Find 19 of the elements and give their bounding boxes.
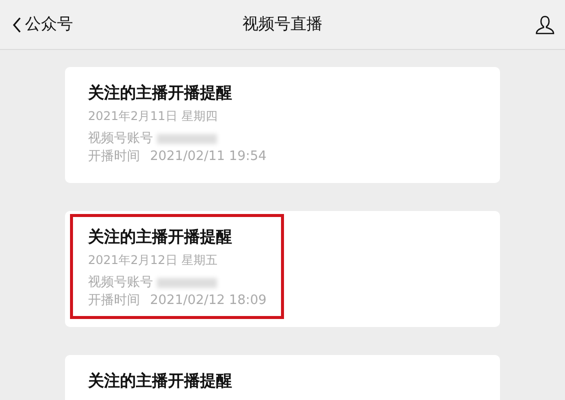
time-label: 开播时间 bbox=[88, 148, 140, 166]
back-icon bbox=[12, 16, 22, 32]
back-label: 公众号 bbox=[25, 14, 73, 35]
page-title: 视频号直播 bbox=[242, 14, 322, 35]
time-label: 开播时间 bbox=[88, 292, 140, 310]
account-label: 视频号账号 bbox=[88, 274, 153, 292]
notification-card[interactable]: 关注的主播开播提醒 bbox=[65, 355, 500, 400]
card-title: 关注的主播开播提醒 bbox=[88, 371, 232, 390]
account-label: 视频号账号 bbox=[88, 130, 153, 148]
time-value: 2021/02/12 18:09 bbox=[150, 292, 267, 310]
notification-card[interactable]: 关注的主播开播提醒 2021年2月12日 星期五 视频号账号 开播时间 2021/02/12 18:09 bbox=[65, 211, 500, 327]
card-title: 关注的主播开播提醒 bbox=[88, 83, 233, 102]
back-button[interactable]: 公众号 bbox=[12, 14, 73, 35]
card-title: 关注的主播开播提醒 bbox=[88, 227, 233, 246]
time-value: 2021/02/11 19:54 bbox=[150, 148, 267, 166]
profile-icon[interactable] bbox=[535, 14, 555, 34]
card-date: 2021年2月11日 星期四 bbox=[88, 109, 218, 123]
card-date: 2021年2月12日 星期五 bbox=[88, 253, 218, 267]
notification-card[interactable]: 关注的主播开播提醒 2021年2月11日 星期四 视频号账号 开播时间 2021/02/11 19:54 bbox=[65, 67, 500, 183]
